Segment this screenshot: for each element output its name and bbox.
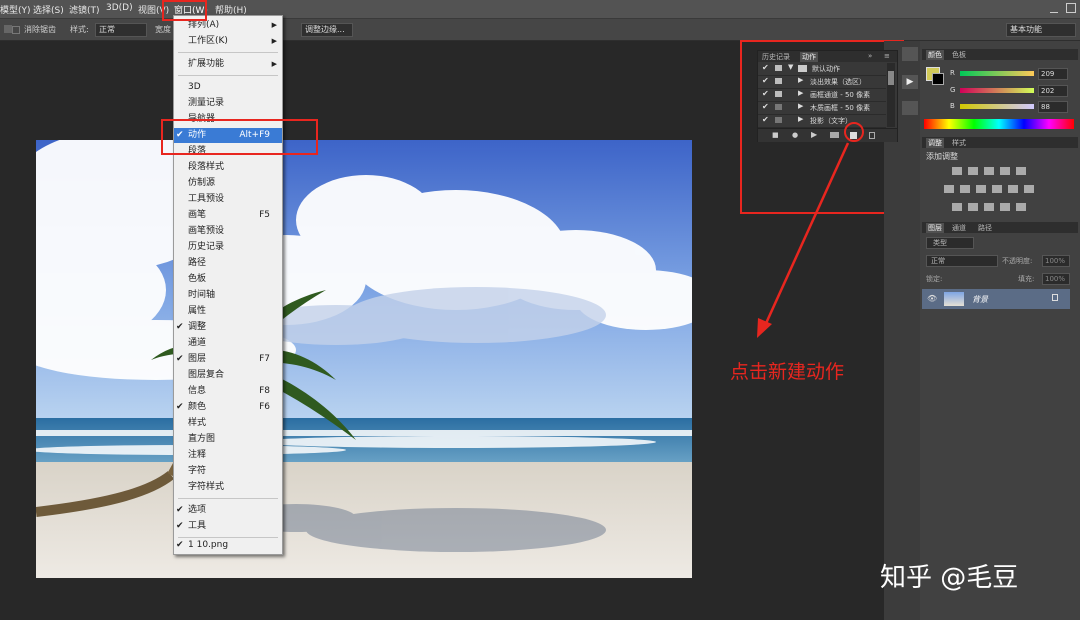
exposure-icon[interactable]	[1000, 167, 1010, 175]
tab-channels[interactable]: 通道	[952, 223, 966, 233]
layers-panel-tabs: 图层 通道 路径	[922, 222, 1078, 233]
layer-name[interactable]: 背景	[972, 294, 988, 305]
lock-icon	[1052, 294, 1058, 301]
background-color-swatch[interactable]	[932, 73, 944, 85]
green-slider[interactable]	[960, 88, 1034, 93]
threshold-icon[interactable]	[984, 203, 994, 211]
arrow-head	[757, 318, 772, 338]
arrow-line	[761, 142, 850, 331]
black-white-icon[interactable]	[976, 185, 986, 193]
adjustments-panel-tabs: 调整 样式	[922, 137, 1078, 148]
channel-label: B	[950, 102, 955, 110]
tab-paths[interactable]: 路径	[978, 223, 992, 233]
tab-swatches[interactable]: 色板	[952, 50, 966, 60]
blue-slider[interactable]	[960, 104, 1034, 109]
adjustment-icons-grid	[944, 167, 1048, 217]
selective-color-icon[interactable]	[1016, 203, 1026, 211]
photo-filter-icon[interactable]	[992, 185, 1002, 193]
channel-label: G	[950, 86, 956, 94]
layer-filter-select[interactable]: 类型	[926, 237, 974, 249]
add-adjustment-title: 添加调整	[926, 152, 958, 161]
highlight-circle	[844, 122, 864, 142]
posterize-icon[interactable]	[968, 203, 978, 211]
green-value-field[interactable]: 202	[1038, 85, 1068, 97]
gradient-map-icon[interactable]	[1000, 203, 1010, 211]
lock-label: 锁定:	[926, 275, 943, 283]
red-slider[interactable]	[960, 71, 1034, 76]
opacity-field[interactable]: 100%	[1042, 255, 1070, 267]
tab-styles[interactable]: 样式	[952, 138, 966, 148]
channel-label: R	[950, 69, 955, 77]
hue-saturation-icon[interactable]	[944, 185, 954, 193]
brightness-icon[interactable]	[952, 167, 962, 175]
watermark: 知乎 @毛豆	[880, 563, 1019, 593]
color-panel-tabs: 颜色 色板	[922, 49, 1078, 60]
curves-icon[interactable]	[984, 167, 994, 175]
right-panel-dock: 颜色 色板 R 209 G 202 B 88 调整 样式 添加调整 图层 通道 …	[920, 41, 1080, 620]
tab-layers[interactable]: 图层	[926, 223, 944, 233]
color-lookup-icon[interactable]	[1024, 185, 1034, 193]
tab-color[interactable]: 颜色	[926, 50, 944, 60]
annotation-text: 点击新建动作	[730, 361, 845, 383]
levels-icon[interactable]	[968, 167, 978, 175]
visibility-eye-icon[interactable]: 👁	[927, 294, 937, 303]
color-ramp[interactable]	[924, 119, 1074, 129]
vibrance-icon[interactable]	[1016, 167, 1026, 175]
red-value-field[interactable]: 209	[1038, 68, 1068, 80]
layer-row[interactable]: 👁 背景	[922, 289, 1070, 309]
opacity-label: 不透明度:	[1002, 257, 1033, 265]
fill-field[interactable]: 100%	[1042, 273, 1070, 285]
invert-icon[interactable]	[952, 203, 962, 211]
channel-mixer-icon[interactable]	[1008, 185, 1018, 193]
fill-label: 填充:	[1018, 275, 1035, 283]
blend-mode-select[interactable]: 正常	[926, 255, 998, 267]
color-balance-icon[interactable]	[960, 185, 970, 193]
annotation-arrow	[757, 122, 864, 338]
blue-value-field[interactable]: 88	[1038, 101, 1068, 113]
layer-thumbnail	[944, 292, 964, 306]
tab-adjustments[interactable]: 调整	[926, 138, 944, 148]
